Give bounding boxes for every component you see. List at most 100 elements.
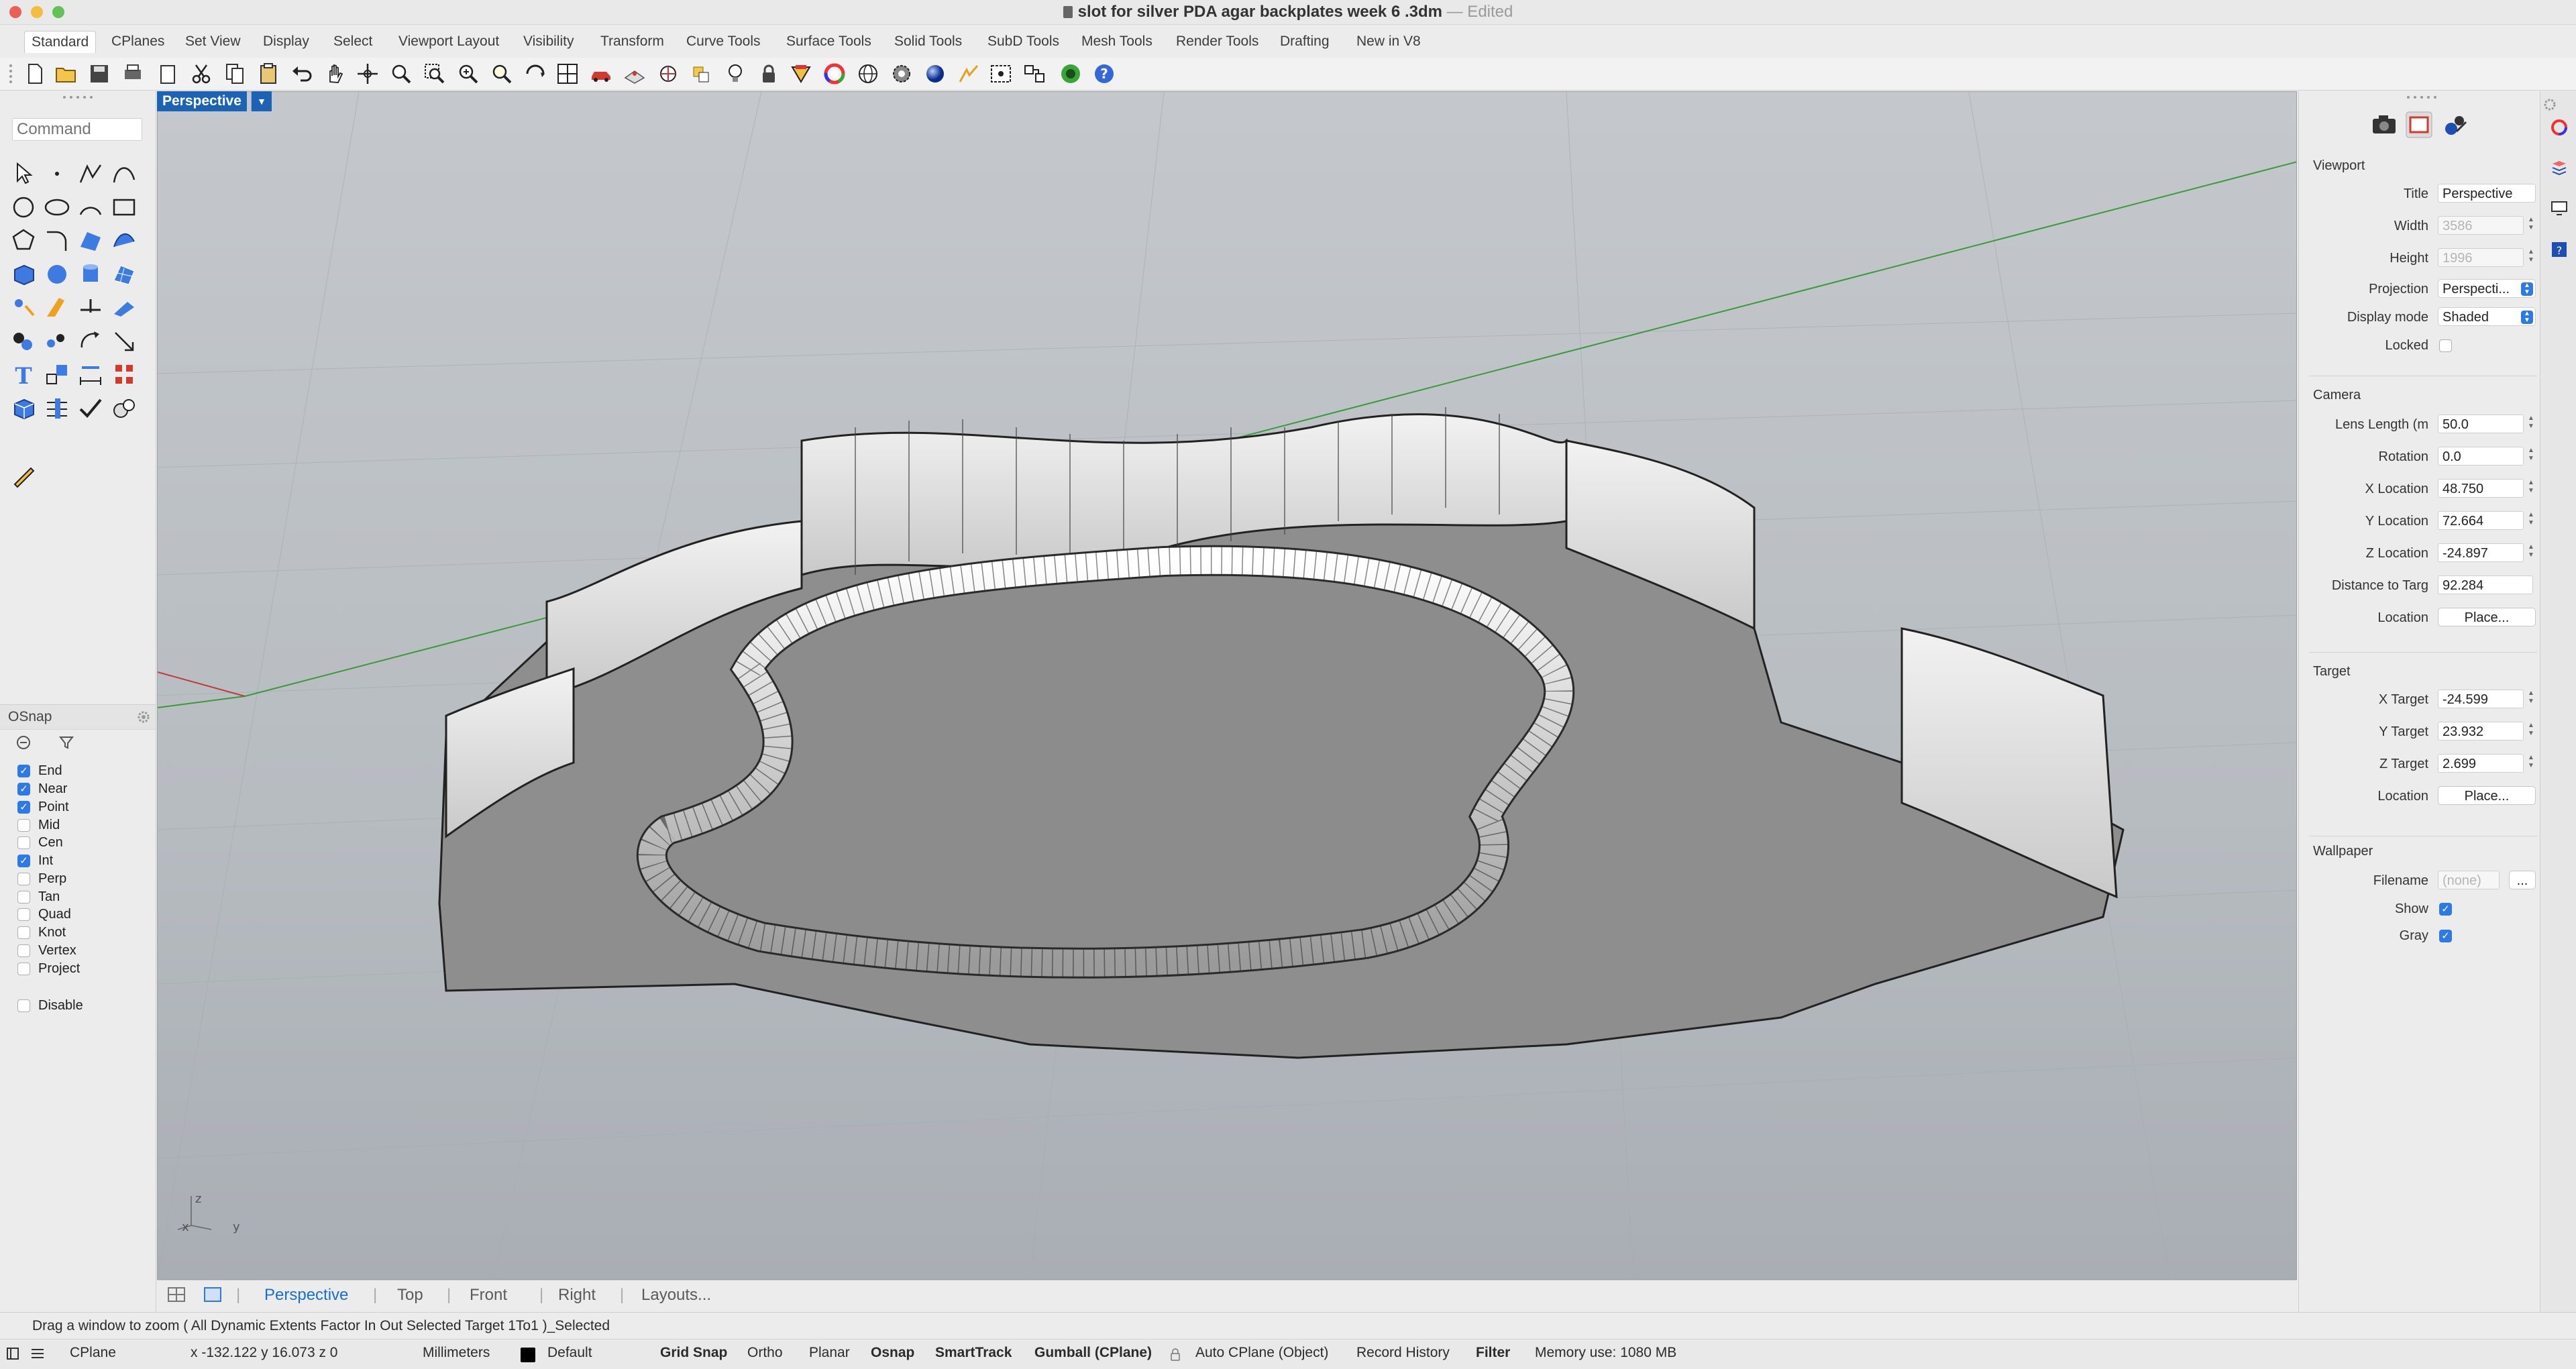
materials-tab-icon[interactable] bbox=[2550, 118, 2569, 137]
display-settings-icon[interactable] bbox=[2442, 113, 2469, 137]
camera-icon[interactable] bbox=[2371, 113, 2398, 137]
open-folder-icon[interactable] bbox=[54, 62, 78, 86]
x-location-field[interactable]: 48.750 bbox=[2438, 479, 2524, 498]
tab-select[interactable]: Select bbox=[327, 31, 379, 52]
checkbox[interactable] bbox=[17, 836, 30, 850]
circle-icon[interactable] bbox=[9, 193, 38, 221]
checkbox[interactable] bbox=[17, 819, 30, 832]
properties-icon[interactable] bbox=[789, 62, 813, 86]
z-location-field[interactable]: -24.897 bbox=[2438, 543, 2524, 562]
tab-visibility[interactable]: Visibility bbox=[517, 31, 580, 52]
osnap-disable[interactable]: Disable bbox=[17, 997, 83, 1014]
tab-right[interactable]: Right bbox=[558, 1286, 596, 1305]
sun-icon[interactable] bbox=[957, 62, 981, 86]
rotation-field[interactable]: 0.0 bbox=[2438, 447, 2524, 466]
rotate-view-icon[interactable] bbox=[356, 62, 380, 86]
scale-icon[interactable] bbox=[43, 361, 71, 389]
panel-grip-icon[interactable] bbox=[62, 94, 94, 101]
join-icon[interactable] bbox=[43, 327, 71, 355]
filter-icon[interactable] bbox=[58, 734, 75, 751]
rectangle-icon[interactable] bbox=[110, 193, 138, 221]
four-viewports-icon[interactable] bbox=[168, 1287, 185, 1302]
checkbox[interactable] bbox=[17, 963, 30, 976]
command-input[interactable] bbox=[12, 118, 142, 141]
cylinder-icon[interactable] bbox=[76, 260, 105, 288]
units-label[interactable]: Millimeters bbox=[423, 1345, 490, 1361]
osnap-project[interactable]: Project bbox=[17, 960, 80, 977]
camera-place-button[interactable]: Place... bbox=[2438, 608, 2536, 626]
osnap-cen[interactable]: Cen bbox=[17, 834, 63, 851]
y-target-stepper[interactable]: ▲ ▼ bbox=[2526, 722, 2536, 741]
tab-viewport-layout[interactable]: Viewport Layout bbox=[392, 31, 506, 52]
tab-solid-tools[interactable]: Solid Tools bbox=[888, 31, 969, 52]
osnap-mid[interactable]: Mid bbox=[17, 816, 60, 834]
cplane-icon[interactable] bbox=[623, 62, 647, 86]
osnap-near[interactable]: ✓ Near bbox=[17, 780, 67, 798]
surface-icon[interactable] bbox=[76, 227, 105, 255]
wireframe-sphere-icon[interactable] bbox=[856, 62, 880, 86]
checkbox[interactable] bbox=[17, 891, 30, 904]
help-icon[interactable]: ? bbox=[1092, 62, 1116, 86]
array-icon[interactable] bbox=[110, 361, 138, 389]
distance-to-target-field[interactable]: 92.284 bbox=[2438, 576, 2533, 594]
viewport-properties-icon[interactable] bbox=[2406, 111, 2432, 138]
polygon-icon[interactable] bbox=[9, 227, 38, 255]
explode-icon[interactable] bbox=[9, 294, 38, 322]
current-layer[interactable]: Default bbox=[547, 1345, 592, 1361]
osnap-settings-icon[interactable] bbox=[15, 734, 32, 751]
single-viewport-icon[interactable] bbox=[204, 1287, 221, 1302]
snapshot-icon[interactable] bbox=[989, 62, 1013, 86]
zoom-extents-icon[interactable] bbox=[456, 62, 480, 86]
y-target-field[interactable]: 23.932 bbox=[2438, 722, 2524, 741]
viewport-menu-icon[interactable]: ▼ bbox=[251, 91, 272, 111]
title-field[interactable]: Perspective bbox=[2438, 184, 2536, 203]
sphere-icon[interactable] bbox=[43, 260, 71, 288]
box-icon[interactable] bbox=[9, 260, 38, 288]
checkbox[interactable]: ✓ bbox=[17, 783, 30, 796]
osnap-tan[interactable]: Tan bbox=[17, 888, 60, 906]
tab-render-tools[interactable]: Render Tools bbox=[1169, 31, 1265, 52]
set-view-icon[interactable] bbox=[656, 62, 680, 86]
color-wheel-icon[interactable] bbox=[822, 62, 847, 86]
tab-drafting[interactable]: Drafting bbox=[1273, 31, 1336, 52]
viewport-scene[interactable]: z x y bbox=[158, 92, 2297, 1280]
analyze-icon[interactable] bbox=[110, 394, 138, 423]
mesh-icon[interactable] bbox=[110, 260, 138, 288]
tab-cplanes[interactable]: CPlanes bbox=[105, 31, 171, 52]
rendered-gear-icon[interactable] bbox=[890, 62, 914, 86]
tab-surface-tools[interactable]: Surface Tools bbox=[780, 31, 878, 52]
lock-icon[interactable] bbox=[1170, 1348, 1181, 1361]
osnap-end[interactable]: ✓ End bbox=[17, 762, 62, 779]
y-location-field[interactable]: 72.664 bbox=[2438, 511, 2524, 530]
gray-checkbox[interactable]: ✓ bbox=[2439, 930, 2452, 942]
lens-length-stepper[interactable]: ▲ ▼ bbox=[2526, 415, 2536, 433]
smarttrack-toggle[interactable]: SmartTrack bbox=[935, 1345, 1012, 1361]
grid-snap-toggle[interactable]: Grid Snap bbox=[660, 1345, 727, 1361]
gumball-toggle[interactable]: Gumball (CPlane) bbox=[1034, 1345, 1152, 1361]
pan-hand-icon[interactable] bbox=[323, 62, 347, 86]
tab-top[interactable]: Top bbox=[397, 1286, 423, 1305]
tab-new-in-v8[interactable]: New in V8 bbox=[1350, 31, 1428, 52]
y-location-stepper[interactable]: ▲ ▼ bbox=[2526, 511, 2536, 530]
point-icon[interactable] bbox=[43, 160, 71, 188]
gear-icon[interactable] bbox=[2543, 98, 2557, 111]
hatch-icon[interactable] bbox=[43, 394, 71, 423]
food4rhino-icon[interactable] bbox=[1059, 62, 1083, 86]
group-icon[interactable] bbox=[9, 327, 38, 355]
sidebar-toggle-icon[interactable] bbox=[7, 1348, 19, 1360]
planar-toggle[interactable]: Planar bbox=[809, 1345, 850, 1361]
auto-cplane-toggle[interactable]: Auto CPlane (Object) bbox=[1195, 1345, 1328, 1361]
layer-icon[interactable] bbox=[690, 62, 714, 86]
page-setup-icon[interactable] bbox=[156, 62, 180, 86]
help-tab-icon[interactable]: ? bbox=[2550, 240, 2569, 259]
show-checkbox[interactable]: ✓ bbox=[2439, 903, 2452, 916]
tab-front[interactable]: Front bbox=[470, 1286, 507, 1305]
checkbox[interactable]: ✓ bbox=[17, 855, 30, 868]
list-icon[interactable] bbox=[31, 1348, 44, 1360]
cut-icon[interactable] bbox=[189, 62, 213, 86]
lock-icon[interactable] bbox=[757, 62, 781, 86]
rotate-icon[interactable] bbox=[76, 327, 105, 355]
tab-standard[interactable]: Standard bbox=[24, 31, 97, 53]
render-sphere-icon[interactable] bbox=[923, 62, 947, 86]
zoom-icon[interactable] bbox=[389, 62, 413, 86]
